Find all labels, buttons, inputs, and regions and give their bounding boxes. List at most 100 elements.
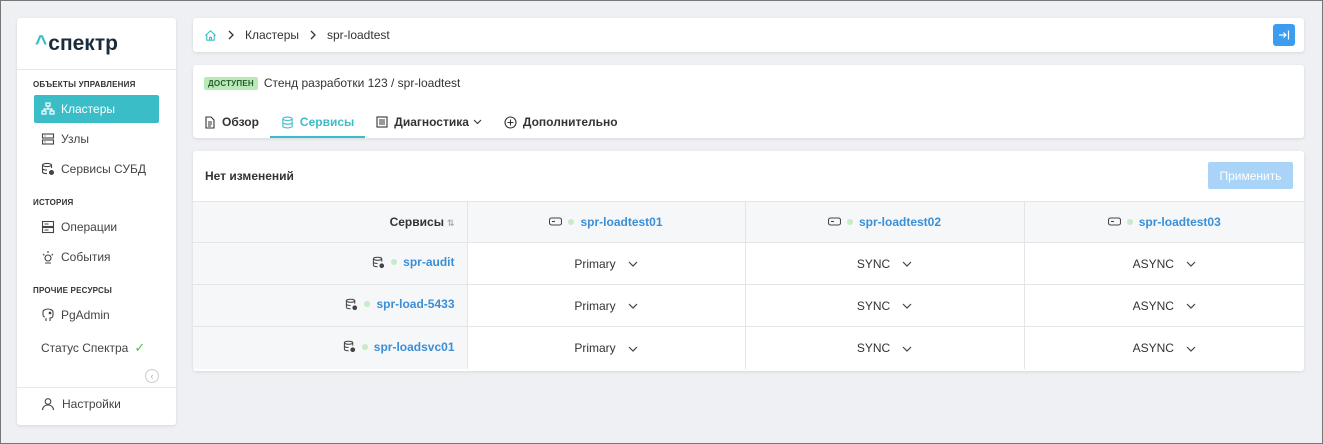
- server-icon: [1107, 217, 1121, 226]
- tab-label: Дополнительно: [522, 115, 618, 129]
- service-name: spr-loadsvc01: [373, 339, 455, 354]
- chevron-down-icon: [1186, 303, 1196, 310]
- elephant-icon: [41, 308, 55, 322]
- section-title-other: ПРОЧИЕ РЕСУРСЫ: [33, 286, 112, 295]
- tab-label: Сервисы: [299, 115, 355, 129]
- sidebar-item-pgadmin[interactable]: PgAdmin: [34, 301, 159, 329]
- logo[interactable]: ^ спектр: [17, 18, 176, 70]
- sidebar-item-label: События: [61, 250, 111, 264]
- tab-additional[interactable]: Дополнительно: [493, 106, 629, 138]
- server-icon: [41, 132, 55, 146]
- role-select[interactable]: SYNC: [744, 326, 1024, 369]
- section-title-objects: ОБЪЕКТЫ УПРАВЛЕНИЯ: [33, 80, 136, 89]
- spectr-status-label: Статус Спектра: [41, 341, 129, 355]
- role-select[interactable]: Primary: [466, 326, 745, 369]
- role-value: Primary: [574, 340, 616, 355]
- host-status-dot: [1126, 218, 1133, 225]
- chevron-down-icon: [902, 261, 912, 268]
- host-link[interactable]: spr-loadtest01: [549, 215, 663, 229]
- events-icon: [41, 250, 55, 264]
- service-link[interactable]: spr-load-5433: [345, 297, 455, 311]
- sidebar-item-label: Операции: [61, 220, 118, 234]
- breadcrumb: Кластеры spr-loadtest: [193, 18, 1304, 52]
- status-badge: ДОСТУПЕН: [204, 76, 258, 90]
- services-panel: Нет изменений Применить Сервисы ⇅ spr-loa…: [193, 151, 1304, 371]
- role-value: Primary: [574, 256, 616, 271]
- role-select[interactable]: SYNC: [744, 242, 1024, 285]
- chevron-right-icon: [227, 30, 235, 40]
- server-icon: [549, 217, 563, 226]
- sidebar-item-clusters[interactable]: Кластеры: [34, 95, 159, 123]
- database-settings-icon: [41, 162, 55, 176]
- tab-label: Обзор: [222, 115, 259, 129]
- tab-overview[interactable]: Обзор: [204, 106, 270, 138]
- server-icon: [827, 217, 841, 226]
- service-cell: spr-audit: [193, 242, 467, 285]
- role-value: SYNC: [856, 340, 891, 355]
- spectr-status[interactable]: Статус Спектра ✓: [17, 333, 176, 363]
- services-table: Сервисы⇅ spr-loadtest01 spr-loadtest02: [193, 201, 1304, 369]
- chevron-down-icon: [902, 303, 912, 310]
- page-title: Стенд разработки 123 / spr-loadtest: [263, 76, 461, 90]
- role-select[interactable]: ASYNC: [1023, 242, 1304, 285]
- sidebar-item-operations[interactable]: Операции: [34, 213, 159, 241]
- cluster-title-line: ДОСТУПЕН Стенд разработки 123 / spr-load…: [204, 76, 460, 90]
- sidebar-item-label: PgAdmin: [61, 308, 110, 322]
- table-row: spr-loadsvc01 Primary SYNC ASYNC: [193, 326, 1304, 369]
- tab-services[interactable]: Сервисы: [269, 106, 366, 138]
- breadcrumb-clusters[interactable]: Кластеры: [245, 28, 299, 42]
- table-header-row: Сервисы⇅ spr-loadtest01 spr-loadtest02: [193, 201, 1304, 243]
- database-settings-icon: [343, 340, 356, 353]
- host-name: spr-loadtest03: [1138, 214, 1221, 229]
- document-icon: [204, 115, 216, 129]
- apply-button[interactable]: Применить: [1208, 162, 1293, 189]
- service-link[interactable]: spr-loadsvc01: [343, 340, 455, 354]
- host-column-header: spr-loadtest01: [466, 201, 745, 243]
- tab-label: Диагностика: [394, 115, 469, 129]
- sort-icon[interactable]: ⇅: [447, 218, 455, 228]
- role-value: SYNC: [856, 256, 891, 271]
- chevron-right-icon: [309, 30, 317, 40]
- service-link[interactable]: spr-audit: [372, 255, 455, 269]
- section-title-history: ИСТОРИЯ: [33, 198, 74, 207]
- chevron-down-icon: [628, 261, 638, 268]
- role-select[interactable]: Primary: [466, 242, 745, 285]
- service-status-dot: [391, 259, 398, 266]
- sidebar-divider: [17, 387, 176, 388]
- plus-circle-icon: [504, 115, 517, 129]
- host-link[interactable]: spr-loadtest02: [827, 215, 941, 229]
- user-icon: [41, 397, 55, 411]
- host-status-dot: [568, 218, 575, 225]
- host-status-dot: [846, 218, 853, 225]
- database-settings-icon: [372, 256, 385, 269]
- sidebar-item-events[interactable]: События: [34, 243, 159, 271]
- role-select[interactable]: ASYNC: [1023, 326, 1304, 369]
- changes-status: Нет изменений: [205, 169, 294, 183]
- role-select[interactable]: ASYNC: [1023, 284, 1304, 327]
- tabs: Обзор Сервисы Диагностика Дополнительно: [204, 106, 629, 138]
- tab-diagnostics[interactable]: Диагностика: [365, 106, 493, 138]
- cluster-icon: [41, 102, 55, 116]
- role-value: Primary: [574, 298, 616, 313]
- sidebar-item-settings[interactable]: Настройки: [41, 393, 121, 415]
- services-column-header[interactable]: Сервисы ⇅: [193, 201, 467, 243]
- operations-icon: [41, 220, 55, 234]
- sidebar-item-nodes[interactable]: Узлы: [34, 125, 159, 153]
- host-column-header: spr-loadtest03: [1023, 201, 1304, 243]
- home-icon[interactable]: [204, 29, 217, 42]
- sidebar-item-label: Кластеры: [61, 102, 115, 116]
- database-settings-icon: [345, 298, 358, 311]
- sidebar-item-dbms[interactable]: Сервисы СУБД: [34, 155, 159, 183]
- sidebar: ^ спектр ОБЪЕКТЫ УПРАВЛЕНИЯ Кластеры Узл…: [17, 18, 176, 425]
- logo-caret-icon: ^: [35, 31, 48, 55]
- services-column-label: Сервисы: [389, 215, 444, 229]
- logout-button[interactable]: [1273, 24, 1295, 46]
- chevron-down-icon: [628, 346, 638, 352]
- cluster-header: ДОСТУПЕН Стенд разработки 123 / spr-load…: [193, 65, 1304, 138]
- list-icon: [376, 116, 388, 128]
- role-select[interactable]: Primary: [466, 284, 745, 327]
- role-select[interactable]: SYNC: [744, 284, 1024, 327]
- breadcrumb-current: spr-loadtest: [327, 28, 390, 42]
- host-link[interactable]: spr-loadtest03: [1107, 214, 1221, 229]
- collapse-sidebar-icon[interactable]: ‹: [145, 369, 159, 383]
